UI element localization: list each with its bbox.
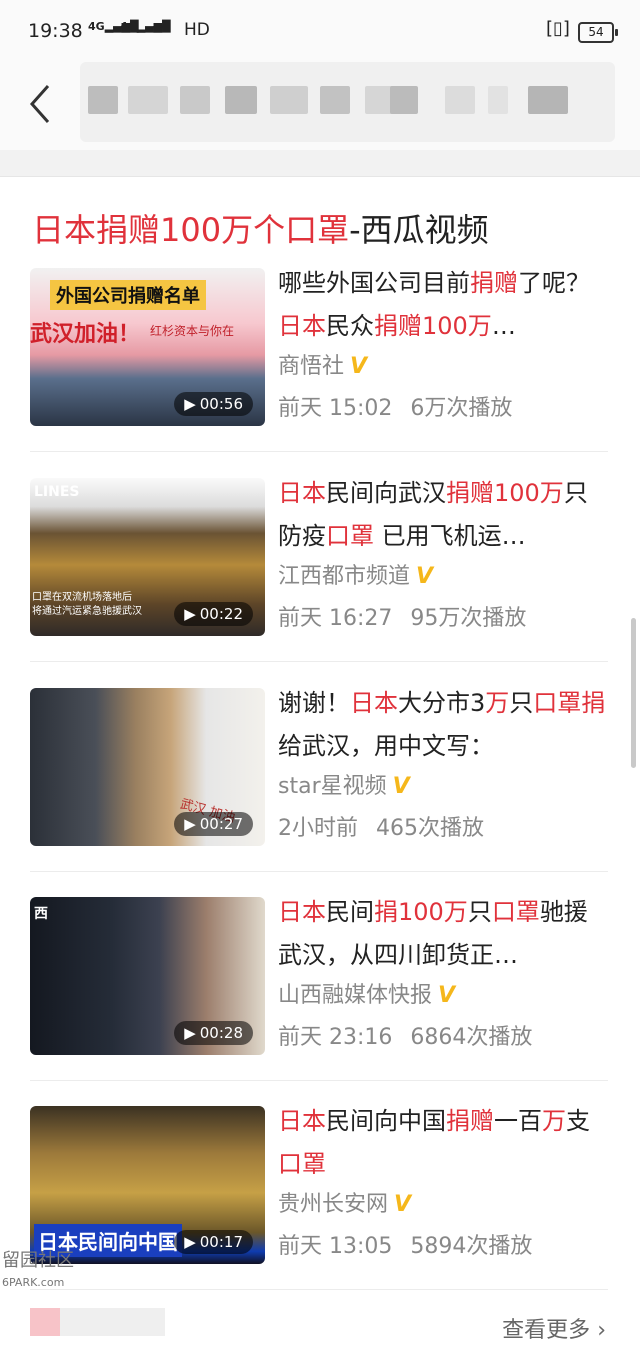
section-title[interactable]: 日本捐赠100万个口罩-西瓜视频: [32, 205, 489, 251]
video-duration: ▶ 00:28: [174, 1021, 253, 1045]
status-time: 19:38: [28, 20, 83, 42]
video-item[interactable]: 外国公司捐赠名单 武汉加油！ 红杉资本与你在 ▶ 00:56 哪些外国公司目前捐赠了呢？日…: [30, 268, 608, 426]
video-thumbnail[interactable]: 西 ▶ 00:28: [30, 897, 265, 1055]
chevron-right-icon: ›: [597, 1318, 606, 1343]
view-count: 5894次播放: [410, 1234, 533, 1259]
verified-badge-icon: V: [416, 564, 434, 589]
verified-badge-icon: V: [392, 774, 410, 799]
video-thumbnail[interactable]: LINES 口罩在双流机场落地后 将通过汽运紧急驰援武汉 ▶ 00:22: [30, 478, 265, 636]
video-meta: 前天 15:02 6万次播放: [278, 390, 512, 422]
section-title-keyword: 日本捐赠100万个口罩: [32, 211, 350, 249]
video-duration: ▶ 00:17: [174, 1230, 253, 1254]
video-title[interactable]: 日本民间向武汉捐赠100万只防疫口罩 已用飞机运…: [278, 472, 610, 558]
video-source[interactable]: 山西融媒体快报 V: [278, 977, 455, 1009]
hd-indicator: HD: [184, 20, 210, 40]
watermark: 留园社区 6PARK.com: [2, 1250, 74, 1289]
view-count: 6万次播放: [410, 396, 513, 421]
item-separator: [30, 661, 608, 662]
thumbnail-caption: 西: [34, 906, 48, 922]
battery-icon: 54: [578, 22, 618, 43]
section-title-source: -西瓜视频: [349, 211, 489, 249]
item-separator: [30, 1289, 608, 1290]
video-duration: ▶ 00:22: [174, 602, 253, 626]
video-meta: 前天 23:16 6864次播放: [278, 1019, 532, 1051]
video-source[interactable]: 贵州长安网 V: [278, 1186, 411, 1218]
video-title[interactable]: 谢谢！日本大分市3万只口罩捐给武汉，用中文写：: [278, 682, 610, 768]
verified-badge-icon: V: [438, 983, 456, 1008]
publish-time: 前天 16:27: [278, 606, 393, 631]
video-item[interactable]: 日本民间向中国 ▶ 00:17 日本民间向中国捐赠一百万支口罩 贵州长安网 V 前天 13:…: [30, 1106, 608, 1264]
video-meta: 前天 16:27 95万次播放: [278, 600, 526, 632]
status-bar: 19:38 4G▂▄▆█ 4G▂▄▆█ ◠ HD [▯] 54: [0, 0, 640, 62]
video-item[interactable]: LINES 口罩在双流机场落地后 将通过汽运紧急驰援武汉 ▶ 00:22 日本民间向武汉捐…: [30, 478, 608, 636]
publish-time: 前天 23:16: [278, 1025, 393, 1050]
video-meta: 2小时前 465次播放: [278, 810, 484, 842]
blurred-source-label: [30, 1308, 165, 1336]
verified-badge-icon: V: [394, 1192, 412, 1217]
view-count: 465次播放: [376, 816, 484, 841]
video-source[interactable]: 商悟社 V: [278, 348, 367, 380]
blurred-title: [80, 62, 615, 142]
video-title[interactable]: 哪些外国公司目前捐赠了呢？日本民众捐赠100万…: [278, 262, 610, 348]
video-item[interactable]: 武汉 加油▶00:27谢谢！日本大分市3万只口罩捐给武汉，用中文写：star星视…: [30, 688, 608, 846]
scrollbar[interactable]: [631, 618, 636, 768]
video-source[interactable]: star星视频 V: [278, 768, 410, 800]
thumbnail-caption: 红杉资本与你在: [150, 324, 235, 338]
play-icon: ▶: [184, 1233, 196, 1251]
play-icon: ▶: [184, 1024, 196, 1042]
play-icon: ▶: [184, 815, 196, 833]
view-count: 6864次播放: [410, 1025, 533, 1050]
video-thumbnail[interactable]: 日本民间向中国 ▶ 00:17: [30, 1106, 265, 1264]
chevron-left-icon[interactable]: [26, 82, 56, 126]
publish-time: 前天 15:02: [278, 396, 393, 421]
nav-bar: [0, 62, 640, 150]
thumbnail-caption: 将通过汽运紧急驰援武汉: [32, 606, 142, 617]
thumbnail-caption: 口罩在双流机场落地后: [32, 592, 132, 603]
play-icon: ▶: [184, 605, 196, 623]
item-separator: [30, 1080, 608, 1081]
publish-time: 2小时前: [278, 816, 358, 841]
video-meta: 前天 13:05 5894次播放: [278, 1228, 532, 1260]
item-separator: [30, 871, 608, 872]
thumbnail-caption: 武汉加油！: [30, 322, 141, 347]
video-thumbnail[interactable]: 武汉 加油▶00:27: [30, 688, 265, 846]
footer: 查看更多 ›: [0, 1300, 640, 1351]
video-source[interactable]: 江西都市频道 V: [278, 558, 433, 590]
video-title[interactable]: 日本民间向中国捐赠一百万支口罩: [278, 1100, 610, 1186]
play-icon: ▶: [184, 395, 196, 413]
view-more-link[interactable]: 查看更多 ›: [502, 1312, 606, 1344]
vibrate-icon: [▯]: [546, 18, 570, 39]
video-thumbnail[interactable]: 外国公司捐赠名单武汉加油！ 红杉资本与你在 ▶ 00:56: [30, 268, 265, 426]
section-divider: [0, 150, 640, 177]
video-item[interactable]: 西 ▶ 00:28 日本民间捐100万只口罩驰援武汉，从四川卸货正… 山西融媒体快报 V 前…: [30, 897, 608, 1055]
wifi-icon: ◠: [150, 20, 166, 41]
video-duration: ▶ 00:56: [174, 392, 253, 416]
video-duration: ▶ 00:27: [174, 812, 253, 836]
publish-time: 前天 13:05: [278, 1234, 393, 1259]
item-separator: [30, 451, 608, 452]
video-title[interactable]: 日本民间捐100万只口罩驰援武汉，从四川卸货正…: [278, 891, 610, 977]
verified-badge-icon: V: [350, 354, 368, 379]
thumbnail-caption: LINES: [34, 484, 80, 500]
thumbnail-caption: 外国公司捐赠名单: [50, 280, 206, 310]
view-count: 95万次播放: [410, 606, 527, 631]
